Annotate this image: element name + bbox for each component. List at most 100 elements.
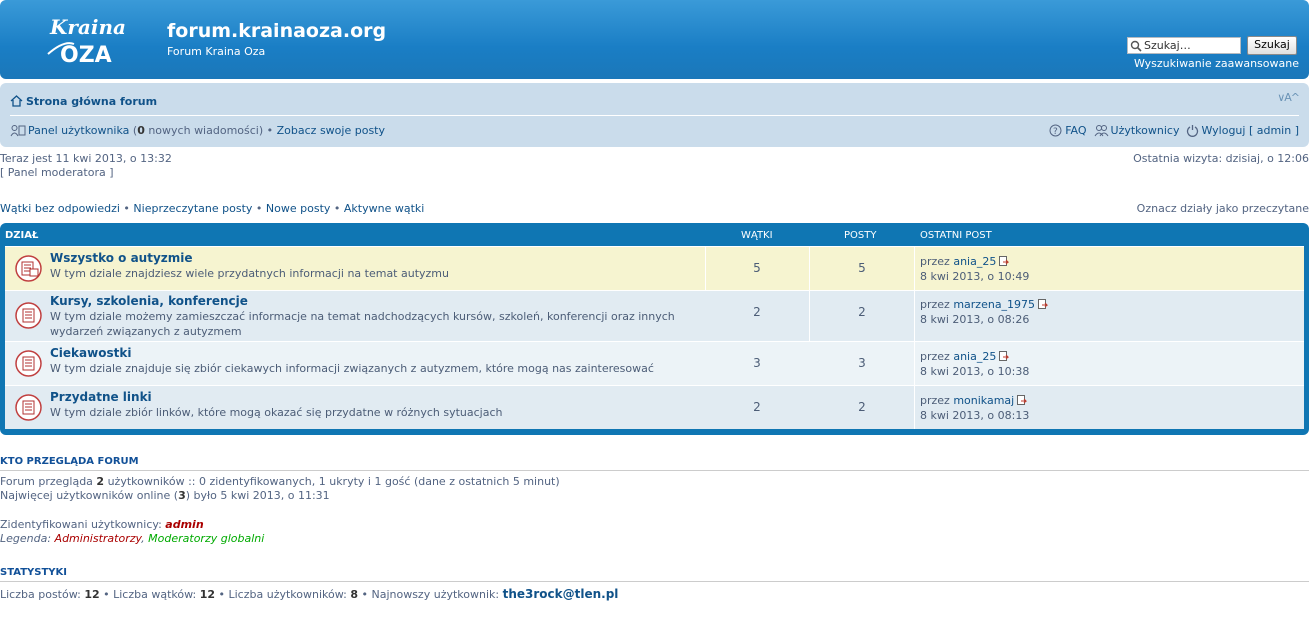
column-header-last-post: Ostatni post — [920, 230, 992, 241]
site-title[interactable]: forum.krainaoza.org — [167, 20, 386, 42]
cell-divider — [914, 342, 915, 385]
legend: Legenda: Administratorzy, Moderatorzy gl… — [0, 532, 264, 545]
faq-link[interactable]: FAQ — [1065, 124, 1086, 137]
last-post-date: 8 kwi 2013, o 08:13 — [920, 409, 1030, 422]
online-text: użytkowników :: 0 zidentyfikowanych, 1 u… — [104, 475, 560, 488]
navbar-right-links: ? FAQ Użytkownicy Wyloguj [ admin ] — [1049, 124, 1299, 137]
last-post: przez ania_25 8 kwi 2013, o 10:38 — [920, 349, 1029, 379]
bullet-separator: • — [330, 202, 344, 215]
last-post-author[interactable]: ania_25 — [953, 255, 996, 268]
cell-divider — [809, 247, 810, 290]
moderator-panel-link[interactable]: [ Panel moderatora ] — [0, 166, 114, 179]
last-post-by: przez — [920, 394, 954, 407]
search-button[interactable]: Szukaj — [1247, 36, 1297, 55]
new-posts-link[interactable]: Nowe posty — [266, 202, 331, 215]
last-post-date: 8 kwi 2013, o 10:49 — [920, 270, 1030, 283]
online-summary: Forum przegląda 2 użytkowników :: 0 zide… — [0, 475, 560, 488]
post-count: 2 — [858, 400, 866, 414]
forum-title-link[interactable]: Przydatne linki — [50, 390, 152, 404]
font-size-toggle[interactable]: ∨A^ — [1277, 91, 1300, 104]
newest-user-link[interactable]: the3rock@tlen.pl — [503, 587, 619, 601]
last-post-by: przez — [920, 298, 954, 311]
post-count: 2 — [858, 305, 866, 319]
faq-icon: ? — [1049, 124, 1062, 137]
search-icon — [1130, 40, 1142, 52]
last-post-by: przez — [920, 350, 954, 363]
bullet-separator: • — [119, 202, 134, 215]
legend-label: Legenda: — [0, 532, 55, 545]
forum-description: W tym dziale zbiór linków, które mogą ok… — [50, 406, 503, 419]
home-link[interactable]: Strona główna forum — [10, 95, 157, 108]
last-post-author[interactable]: ania_25 — [953, 350, 996, 363]
active-topics-link[interactable]: Aktywne wątki — [344, 202, 424, 215]
forum-title-link[interactable]: Wszystko o autyzmie — [50, 251, 193, 265]
search-placeholder: Szukaj… — [1144, 39, 1191, 52]
last-post: przez monikamaj 8 kwi 2013, o 08:13 — [920, 393, 1029, 423]
ucp-message-count: 0 — [137, 124, 145, 137]
view-latest-post-icon[interactable] — [999, 256, 1010, 267]
navbar: Strona główna forum ∨A^ Panel użytkownik… — [0, 83, 1309, 147]
column-header-topics: Wątki — [741, 230, 773, 241]
record-text: ) było 5 kwi 2013, o 11:31 — [185, 489, 330, 502]
mark-forums-read-link[interactable]: Oznacz działy jako przeczytane — [1137, 202, 1309, 215]
logo-text-bottom: OZA — [60, 43, 112, 68]
view-latest-post-icon[interactable] — [1038, 299, 1049, 310]
forum-row: Wszystko o autyzmie W tym dziale znajdzi… — [5, 246, 1304, 290]
stat-label: • Najnowszy użytkownik: — [358, 588, 503, 601]
search-input[interactable]: Szukaj… — [1127, 37, 1241, 54]
unread-posts-link[interactable]: Nieprzeczytane posty — [133, 202, 252, 215]
members-icon — [1094, 125, 1108, 137]
cell-divider — [914, 386, 915, 429]
last-post-date: 8 kwi 2013, o 10:38 — [920, 365, 1030, 378]
forum-list: Dział Wątki Posty Ostatni post Wszystko … — [0, 223, 1309, 435]
logout-link[interactable]: Wyloguj [ admin ] — [1201, 124, 1299, 137]
last-post-date: 8 kwi 2013, o 08:26 — [920, 313, 1030, 326]
online-record: Najwięcej użytkowników online (3) było 5… — [0, 489, 330, 502]
online-text: Forum przegląda — [0, 475, 97, 488]
legend-moderators-link[interactable]: Moderatorzy globalni — [148, 532, 264, 545]
forum-read-icon — [15, 394, 42, 421]
registered-label: Zidentyfikowani użytkownicy: — [0, 518, 166, 531]
stat-users: 8 — [350, 588, 358, 601]
current-time: Teraz jest 11 kwi 2013, o 13:32 — [0, 152, 172, 165]
cell-divider — [809, 291, 810, 341]
site-header: Kraina OZA forum.krainaoza.org Forum Kra… — [0, 0, 1309, 79]
legend-admins-link[interactable]: Administratorzy — [55, 532, 142, 545]
registered-user-link[interactable]: admin — [165, 518, 203, 531]
stat-label: Liczba postów: — [0, 588, 85, 601]
forum-title-link[interactable]: Kursy, szkolenia, konferencje — [50, 294, 248, 308]
forum-read-icon — [15, 350, 42, 377]
members-link[interactable]: Użytkownicy — [1111, 124, 1180, 137]
view-latest-post-icon[interactable] — [1017, 395, 1028, 406]
who-is-online-heading[interactable]: KTO PRZEGLĄDA FORUM — [0, 456, 1309, 471]
last-post: przez marzena_1975 8 kwi 2013, o 08:26 — [920, 297, 1049, 327]
view-latest-post-icon[interactable] — [999, 351, 1010, 362]
last-post-author[interactable]: monikamaj — [953, 394, 1014, 407]
statistics-heading: STATYSTYKI — [0, 567, 1309, 582]
forum-row: Kursy, szkolenia, konferencje W tym dzia… — [5, 290, 1304, 341]
topic-count: 2 — [753, 400, 761, 414]
forum-unread-icon — [15, 255, 42, 282]
site-logo[interactable]: Kraina OZA — [44, 10, 130, 68]
advanced-search-link[interactable]: Wyszukiwanie zaawansowane — [1134, 57, 1299, 70]
last-visit: Ostatnia wizyta: dzisiaj, o 12:06 — [1133, 152, 1309, 165]
ucp-link[interactable]: Panel użytkownika — [28, 124, 129, 137]
forum-title-link[interactable]: Ciekawostki — [50, 346, 131, 360]
last-post: przez ania_25 8 kwi 2013, o 10:49 — [920, 254, 1029, 284]
ucp-message-text[interactable]: nowych wiadomości) — [145, 124, 263, 137]
unanswered-topics-link[interactable]: Wątki bez odpowiedzi — [0, 202, 120, 215]
post-count: 3 — [858, 356, 866, 370]
quick-links: Wątki bez odpowiedzi • Nieprzeczytane po… — [0, 202, 424, 215]
last-post-author[interactable]: marzena_1975 — [953, 298, 1035, 311]
topic-count: 2 — [753, 305, 761, 319]
forum-read-icon — [15, 302, 42, 329]
stat-posts: 12 — [84, 588, 100, 601]
own-posts-link[interactable]: Zobacz swoje posty — [277, 124, 385, 137]
logo-text-top: Kraina — [49, 15, 126, 39]
forum-row: Ciekawostki W tym dziale znajduje się zb… — [5, 341, 1304, 385]
home-link-label: Strona główna forum — [26, 95, 158, 108]
user-control-panel: Panel użytkownika (0 nowych wiadomości) … — [10, 124, 385, 137]
cell-divider — [914, 247, 915, 290]
record-count: 3 — [178, 489, 186, 502]
bullet-separator: • — [252, 202, 266, 215]
